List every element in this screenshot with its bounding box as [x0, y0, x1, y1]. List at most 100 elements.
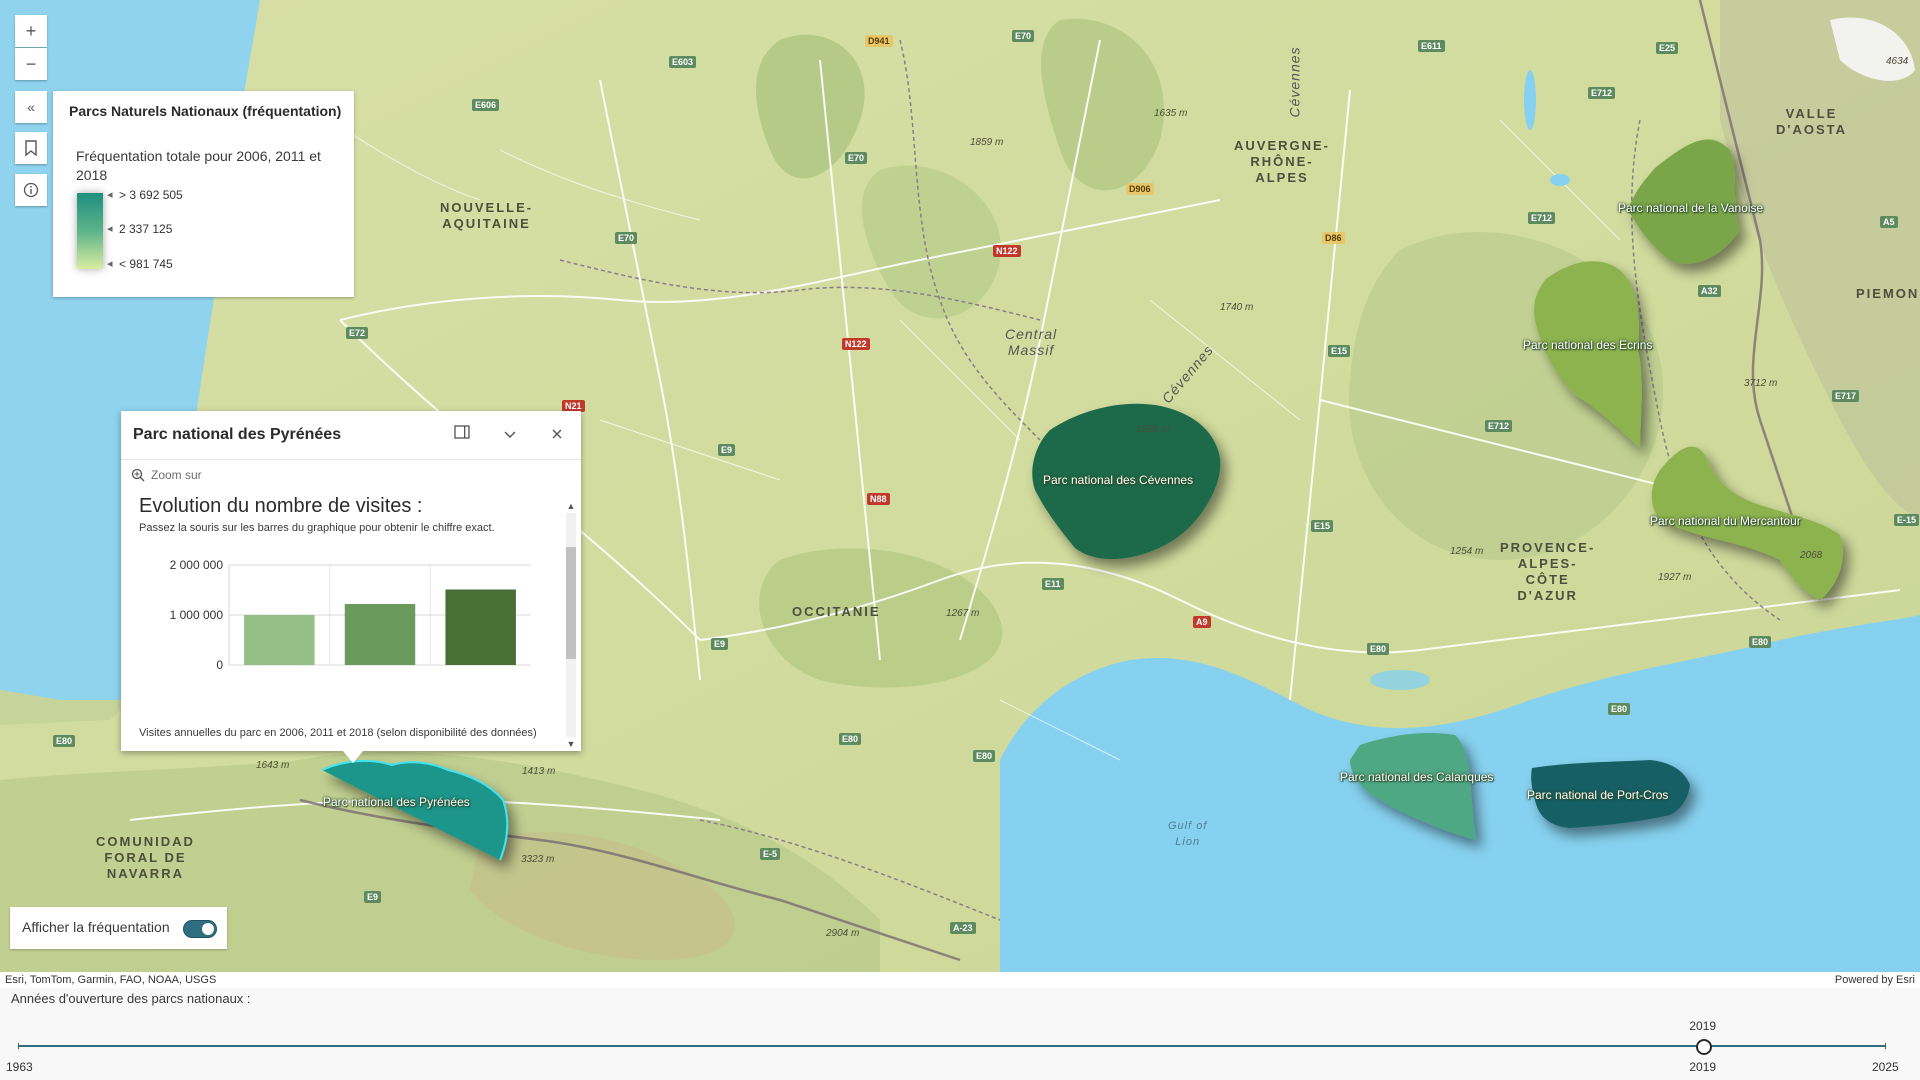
road-shield: E717: [1832, 390, 1860, 402]
minus-icon: −: [25, 53, 37, 74]
region-label-provence: PROVENCE- ALPES- CÔTE D'AZUR: [1500, 540, 1596, 603]
popup-header: Parc national des Pyrénées: [121, 411, 581, 460]
chart-bar[interactable]: 2018: [445, 589, 516, 666]
close-icon: [552, 429, 562, 439]
slider-max-label: 2025: [1872, 1060, 1899, 1074]
scroll-down-icon[interactable]: ▼: [564, 739, 578, 749]
road-shield: D941: [865, 35, 893, 47]
toggle-label: Afficher la fréquentation: [22, 919, 170, 935]
double-chevron-left-icon: «: [27, 99, 35, 115]
elevation-label: 1643 m: [256, 760, 290, 771]
slider-title: Années d'ouverture des parcs nationaux :: [11, 991, 251, 1006]
zoom-out-button[interactable]: −: [15, 48, 47, 80]
road-shield: E9: [364, 891, 382, 903]
park-label-vanoise[interactable]: Parc national de la Vanoise: [1618, 201, 1763, 215]
frequentation-switch[interactable]: [183, 920, 217, 938]
elevation-label: 1254 m: [1450, 546, 1484, 557]
bookmarks-button[interactable]: [15, 132, 47, 164]
elevation-label: 1413 m: [522, 766, 556, 777]
legend-color-ramp: [77, 193, 103, 269]
road-shield: E-15: [1894, 514, 1920, 526]
bookmark-icon: [25, 140, 37, 156]
bar-chart: 2 000 000 1 000 000 0 2006 2011 2018: [170, 558, 531, 672]
road-shield: E80: [1749, 636, 1772, 648]
region-label-navarra: COMUNIDAD FORAL DE NAVARRA: [96, 834, 195, 881]
road-shield: E712: [1528, 212, 1556, 224]
scroll-thumb[interactable]: [566, 547, 576, 659]
slider-thumb[interactable]: [1696, 1039, 1713, 1055]
switch-knob: [202, 923, 214, 935]
road-shield: N88: [867, 493, 890, 505]
road-shield: E15: [1311, 520, 1334, 532]
popup-content: Evolution du nombre de visites : Passez …: [139, 495, 559, 751]
road-shield: E70: [845, 152, 868, 164]
popup-title: Parc national des Pyrénées: [133, 426, 342, 443]
powered-by-esri[interactable]: Powered by Esri: [1835, 972, 1915, 988]
road-shield: D86: [1322, 232, 1345, 244]
chart-y-tick-label: 0: [216, 658, 223, 672]
road-shield: E15: [1328, 345, 1351, 357]
elevation-label: 1859 m: [970, 137, 1004, 148]
park-label-calanques[interactable]: Parc national des Calanques: [1340, 770, 1493, 784]
legend-stop-high: > 3 692 505: [107, 188, 183, 202]
park-label-ecrins[interactable]: Parc national des Ecrins: [1523, 338, 1652, 352]
road-shield: E80: [53, 735, 76, 747]
road-shield: E72: [346, 327, 369, 339]
popup-scrollbar[interactable]: ▲ ▼: [564, 501, 578, 751]
park-label-port-cros[interactable]: Parc national de Port-Cros: [1527, 788, 1668, 802]
feature-label-cevennes-north: Cévennes: [1286, 46, 1303, 118]
road-shield: A32: [1698, 285, 1721, 297]
road-shield: E9: [711, 638, 729, 650]
collapse-legend-button[interactable]: «: [15, 91, 47, 123]
region-label-auvergne-rhone-alpes: AUVERGNE- RHÔNE- ALPES: [1234, 138, 1331, 185]
zoom-to-label: Zoom sur: [151, 468, 202, 482]
road-shield: E611: [1418, 40, 1445, 52]
road-shield: E80: [973, 750, 996, 762]
region-label-nouvelle-aquitaine: NOUVELLE- AQUITAINE: [440, 200, 534, 231]
plus-icon: +: [25, 20, 37, 41]
dock-button[interactable]: [451, 423, 473, 445]
park-label-mercantour[interactable]: Parc national du Mercantour: [1650, 514, 1801, 528]
legend-panel: Parcs Naturels Nationaux (fréquentation)…: [53, 91, 354, 297]
road-shield: E80: [1608, 703, 1631, 715]
road-shield: E25: [1656, 42, 1679, 54]
attribution-bar: [0, 972, 1920, 988]
elevation-label: 1635 m: [1154, 108, 1188, 119]
chart-y-tick-label: 1 000 000: [170, 608, 224, 622]
dock-icon: [454, 425, 470, 439]
road-shield: N122: [993, 245, 1021, 257]
legend-stop-low: < 981 745: [107, 257, 173, 271]
info-button[interactable]: [15, 174, 47, 206]
years-slider-panel: Années d'ouverture des parcs nationaux :…: [0, 988, 1920, 1080]
road-shield: A-23: [950, 922, 976, 934]
slider-max-tick: [1885, 1043, 1886, 1049]
road-shield: E-5: [760, 848, 781, 860]
scroll-up-icon[interactable]: ▲: [564, 501, 578, 511]
elevation-label: 3712 m: [1744, 378, 1778, 389]
road-shield: E80: [1367, 643, 1390, 655]
zoom-to-icon: [131, 468, 145, 482]
zoom-in-button[interactable]: +: [15, 15, 47, 47]
park-label-pyrenees[interactable]: Parc national des Pyrénées: [323, 795, 470, 809]
elevation-label: 1698 m: [1136, 424, 1170, 435]
elevation-label: 4634: [1886, 56, 1909, 67]
chart-bar[interactable]: 2006: [244, 615, 315, 665]
slider-value-axis-label: 2019: [1689, 1060, 1717, 1074]
zoom-to-button[interactable]: Zoom sur: [131, 468, 202, 482]
chart-bar[interactable]: 2011: [344, 604, 416, 665]
map-view[interactable]: NOUVELLE- AQUITAINE AUVERGNE- RHÔNE- ALP…: [0, 0, 1920, 972]
collapse-popup-button[interactable]: [499, 423, 521, 445]
chart-y-tick-label: 2 000 000: [170, 558, 224, 572]
park-label-cevennes[interactable]: Parc national des Cévennes: [1043, 473, 1193, 487]
slider-min-label: 1963: [6, 1060, 33, 1074]
close-popup-button[interactable]: [546, 423, 568, 445]
legend-title: Parcs Naturels Nationaux (fréquentation): [69, 103, 342, 119]
chart-caption: Visites annuelles du parc en 2006, 2011 …: [139, 727, 537, 739]
feature-label-massif-central: Central Massif: [1005, 326, 1058, 358]
attribution-text[interactable]: Esri, TomTom, Garmin, FAO, NOAA, USGS: [5, 972, 216, 988]
region-label-valle-daosta: VALLE D'AOSTA: [1776, 106, 1848, 137]
slider-track[interactable]: [19, 1045, 1885, 1047]
road-shield: A9: [1193, 616, 1211, 628]
slider-value-label: 2019: [1689, 1019, 1717, 1033]
frequentation-toggle-panel: Afficher la fréquentation: [10, 907, 227, 949]
